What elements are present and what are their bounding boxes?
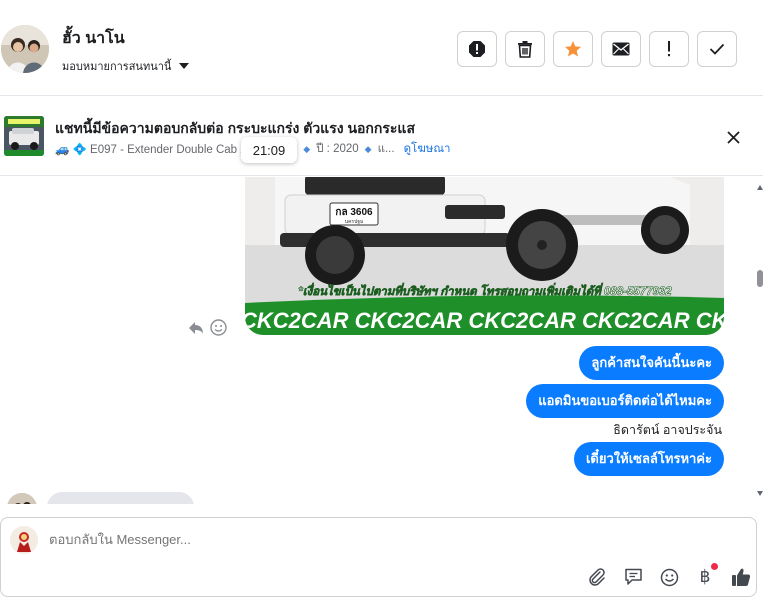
contact-avatar[interactable] xyxy=(1,25,49,73)
scrollbar-thumb[interactable] xyxy=(757,270,763,287)
thumbs-up-icon xyxy=(732,568,751,586)
report-spam-icon xyxy=(469,41,485,57)
outgoing-message[interactable]: ลูกค้าสนใจคันนี้นะคะ xyxy=(579,346,724,380)
star-icon xyxy=(565,41,581,57)
follow-up-button[interactable] xyxy=(649,31,689,67)
react-emoji-icon[interactable] xyxy=(210,319,227,336)
view-ad-link[interactable]: ดูโฆษณา xyxy=(404,140,451,158)
ad-meta-year: ปี : 2020 xyxy=(316,143,359,155)
star-button[interactable] xyxy=(553,31,593,67)
assign-label: มอบหมายการสนทนานี้ xyxy=(62,61,172,73)
saved-replies-button[interactable] xyxy=(615,564,651,590)
contact-avatar-small[interactable] xyxy=(7,493,37,504)
scrollbar[interactable] xyxy=(755,177,763,504)
emoji-icon xyxy=(660,568,678,586)
payment-button[interactable]: ฿ xyxy=(687,563,723,590)
incoming-message[interactable] xyxy=(47,492,194,504)
scroll-up-arrow-icon[interactable] xyxy=(757,185,763,190)
diamond-icon: ◆ xyxy=(303,143,311,154)
chat-icon xyxy=(624,568,642,585)
reply-input[interactable] xyxy=(49,532,549,547)
outgoing-message[interactable]: เดี๋ยวให้เซลล์โทรหาค่ะ xyxy=(573,442,724,476)
conversation-header: ฮั้ว นาโน มอบหมายการสนทนานี้ xyxy=(0,0,763,96)
checkmark-icon xyxy=(709,43,725,55)
outgoing-message[interactable]: แอดมินขอเบอร์ติดต่อได้ไหมคะ xyxy=(526,384,724,418)
trash-icon xyxy=(518,41,532,58)
notification-dot xyxy=(711,563,718,570)
ad-meta-model: 🚙 💠 E097 - Extender Double Cab 2 xyxy=(55,144,247,156)
attach-button[interactable] xyxy=(579,564,615,590)
diamond-icon: ◆ xyxy=(364,143,372,154)
license-plate: กล 3606 xyxy=(335,207,373,218)
photo-banner: CKC2CAR CKC2CAR CKC2CAR CKC2CAR CKC2CAR … xyxy=(245,308,724,333)
ad-meta-tail: แ... xyxy=(377,143,395,155)
message-thread[interactable]: กล 3606 นครปฐม *เงื่อนไขเป็นไปตามที่บริษ… xyxy=(0,177,763,504)
svg-text:นครปฐม: นครปฐม xyxy=(345,219,364,225)
close-icon xyxy=(726,130,740,144)
composer-toolbar: ฿ xyxy=(579,563,759,590)
mark-done-button[interactable] xyxy=(697,31,737,67)
envelope-icon xyxy=(612,42,630,56)
contact-name[interactable]: ฮั้ว นาโน xyxy=(62,26,125,51)
page-avatar xyxy=(10,526,38,554)
caret-down-icon xyxy=(179,63,190,69)
delete-button[interactable] xyxy=(505,31,545,67)
baht-icon: ฿ xyxy=(699,567,711,587)
message-actions xyxy=(188,319,227,336)
exclamation-icon xyxy=(668,41,670,57)
close-ad-bar-button[interactable] xyxy=(722,126,744,148)
assign-conversation-dropdown[interactable]: มอบหมายการสนทนานี้ xyxy=(62,57,190,75)
like-button[interactable] xyxy=(723,564,759,590)
timestamp-tooltip: 21:09 xyxy=(241,137,297,163)
paperclip-icon xyxy=(589,568,605,586)
sender-name: ธิดารัตน์ อาจประจัน xyxy=(613,423,722,437)
scroll-down-arrow-icon[interactable] xyxy=(757,491,763,496)
message-composer: ฿ xyxy=(0,517,757,597)
car-photo-message[interactable]: กล 3606 นครปฐม *เงื่อนไขเป็นไปตามที่บริษ… xyxy=(245,177,724,335)
report-spam-button[interactable] xyxy=(457,31,497,67)
mark-unread-button[interactable] xyxy=(601,31,641,67)
ad-thumbnail[interactable] xyxy=(4,116,44,156)
emoji-button[interactable] xyxy=(651,564,687,590)
ad-context-bar: แชทนี้มีข้อความตอบกลับต่อ กระบะแกร่ง ตัว… xyxy=(0,96,763,176)
reply-icon[interactable] xyxy=(188,321,204,335)
ad-title: แชทนี้มีข้อความตอบกลับต่อ กระบะแกร่ง ตัว… xyxy=(55,120,415,136)
